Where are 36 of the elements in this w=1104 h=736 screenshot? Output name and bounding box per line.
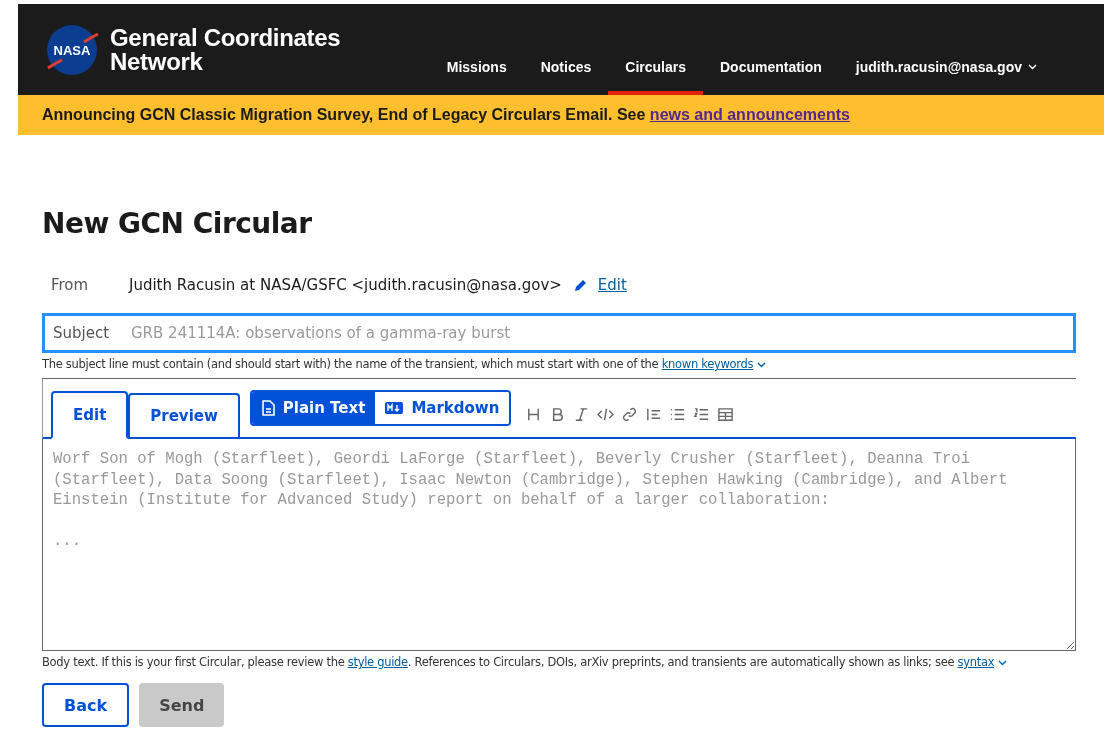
- body-hint: Body text. If this is your first Circular, please review the style guide. References to Circulars, DOIs, arXiv preprints, and transients are automatically shown as links; see syntax: [42, 655, 1076, 669]
- chevron-down-icon: [998, 660, 1008, 666]
- syntax-link[interactable]: syntax: [957, 655, 995, 669]
- editor-tab[interactable]: Edit: [51, 391, 129, 439]
- announcement-text: Announcing GCN Classic Migration Survey, End of Legacy Circulars Email. See news and announcements: [42, 106, 850, 124]
- from-value: Judith Racusin at NASA/GSFC <judith.racusin@nasa.gov>: [129, 276, 562, 294]
- page-title: New GCN Circular: [42, 207, 313, 240]
- news-link[interactable]: news and announcements: [649, 106, 850, 123]
- code-icon[interactable]: [597, 406, 615, 423]
- nav-link[interactable]: Documentation: [702, 59, 839, 95]
- subject-field[interactable]: Subject GRB 241114A: observations of a gamma-ray burst: [42, 313, 1076, 353]
- format-toggle[interactable]: Plain Text: [251, 392, 376, 424]
- pencil-icon: [573, 278, 588, 292]
- site-title[interactable]: General Coordinates Network: [110, 25, 341, 74]
- document-icon: [261, 400, 275, 416]
- edit-link[interactable]: Edit: [597, 276, 627, 294]
- logo-text: NASA: [53, 42, 91, 58]
- numbered-list-icon[interactable]: [693, 406, 711, 423]
- style-guide-link[interactable]: style guide: [347, 655, 408, 669]
- nav-link[interactable]: Missions: [429, 59, 524, 95]
- user-menu[interactable]: judith.racusin@nasa.gov: [855, 59, 1037, 75]
- subject-label: Subject: [53, 324, 111, 342]
- markdown-icon: [385, 402, 404, 414]
- link-icon[interactable]: [621, 406, 639, 423]
- from-label: From: [51, 276, 90, 294]
- editor-tab[interactable]: Preview: [128, 393, 240, 437]
- quote-icon[interactable]: [645, 406, 663, 423]
- nav-link[interactable]: Notices: [523, 59, 609, 95]
- back-button[interactable]: Back: [42, 683, 130, 727]
- subject-hint: The subject line must contain (and should start with) the name of the transient, which must start with one of the known keywords: [42, 357, 1076, 371]
- table-icon[interactable]: [717, 406, 735, 423]
- keywords-link[interactable]: known keywords: [661, 357, 754, 371]
- chevron-down-icon: [757, 362, 767, 368]
- bulleted-list-icon[interactable]: [669, 406, 687, 423]
- chevron-down-icon: [1028, 64, 1037, 70]
- body-field[interactable]: Worf Son of Mogh (Starfleet), Geordi LaForge (Starfleet), Beverly Crusher (Starfleet), Deanna Troi (Starfleet), Data Soong (Starfleet), Isaac Newton (Cambridge), Stephen Hawking (Cambridge), and Albert Einstein (Institute for Advanced Study) report on behalf of a larger collaboration: ...: [42, 439, 1076, 651]
